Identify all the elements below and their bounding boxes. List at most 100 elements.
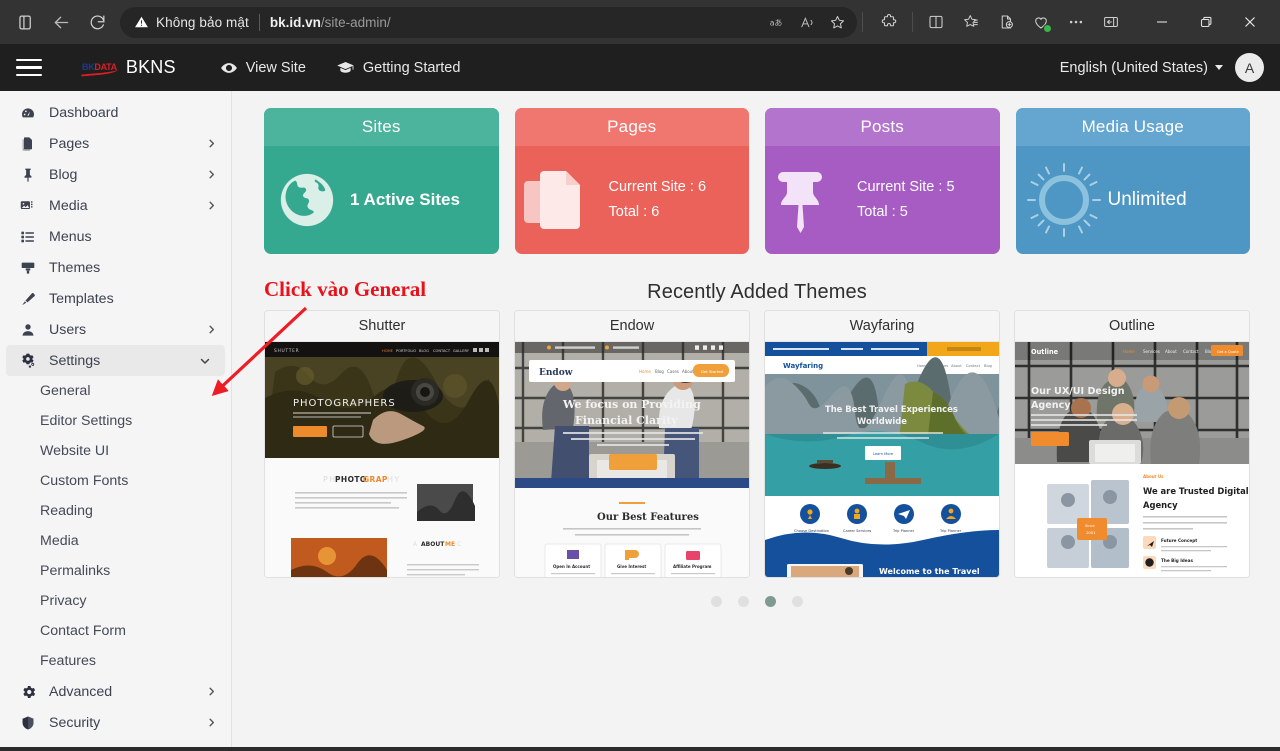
themes-row: Shutter SHUTTER HOME PORTFOLIO BLOG CONT…	[264, 310, 1250, 578]
sidebar-item-label: Dashboard	[49, 104, 119, 121]
theme-card-wayfaring[interactable]: Wayfaring Wayfaring HomeServicesAboutCon…	[764, 310, 1000, 578]
stat-card-lines: Current Site : 5 Total : 5	[857, 175, 955, 226]
carousel-dot-1[interactable]	[711, 596, 722, 607]
sidebar-item-users[interactable]: Users	[0, 314, 231, 345]
stat-card-media-usage[interactable]: Media Usage Unlimited	[1015, 108, 1250, 254]
browser-toolbar: Không bảo mật bk.id.vn/site-admin/ aあ	[0, 0, 1280, 44]
sidebar-subitem-privacy[interactable]: Privacy	[0, 586, 231, 616]
theme-card-endow[interactable]: Endow Endow Home Blog Cases About Get St…	[514, 310, 750, 578]
sidebar: Dashboard Pages Blog Media Menus Themes …	[0, 91, 232, 751]
sidebar-item-themes[interactable]: Themes	[0, 252, 231, 283]
sidebar-subitem-custom-fonts[interactable]: Custom Fonts	[0, 466, 231, 496]
sidebar-subitem-editor-settings[interactable]: Editor Settings	[0, 406, 231, 436]
brand[interactable]: BKDATA BKNS	[80, 57, 176, 78]
globe-icon	[264, 169, 350, 231]
sidebar-item-pages[interactable]: Pages	[0, 128, 231, 159]
getting-started-link[interactable]: Getting Started	[336, 58, 461, 77]
svg-text:C: C	[457, 541, 461, 548]
getting-started-label: Getting Started	[362, 59, 461, 76]
sidebar-subitem-label: Permalinks	[40, 563, 111, 579]
sidebar-subitem-contact-form[interactable]: Contact Form	[0, 616, 231, 646]
theme-card-title: Shutter	[265, 311, 499, 342]
browser-tools	[872, 5, 1128, 39]
sidebar-subitem-features[interactable]: Features	[0, 646, 231, 676]
star-icon[interactable]	[823, 8, 851, 36]
carousel-dot-3[interactable]	[765, 596, 776, 607]
sidebar-subitem-permalinks[interactable]: Permalinks	[0, 556, 231, 586]
svg-text:Since: Since	[1085, 524, 1096, 528]
language-selector[interactable]: English (United States)	[1060, 60, 1223, 76]
sidebar-item-label: Themes	[49, 259, 101, 276]
minimize-icon[interactable]	[1140, 6, 1184, 38]
translate-icon[interactable]: aあ	[763, 8, 791, 36]
sidebar-item-settings[interactable]: Settings	[6, 345, 225, 376]
view-site-label: View Site	[245, 59, 306, 76]
window-controls	[1140, 6, 1272, 38]
sidebar-item-security[interactable]: Security	[0, 707, 231, 738]
sidebar-item-dashboard[interactable]: Dashboard	[0, 97, 231, 128]
sidebar-item-advanced[interactable]: Advanced	[0, 676, 231, 707]
svg-text:Contact: Contact	[966, 364, 981, 368]
sidebar-subitem-label: Features	[40, 653, 96, 669]
back-arrow-icon[interactable]	[44, 5, 78, 39]
sidebar-subitem-general[interactable]: General	[0, 376, 231, 406]
sidebar-item-label: Pages	[49, 135, 90, 152]
url-path: /site-admin/	[320, 14, 391, 30]
carousel-dot-2[interactable]	[738, 596, 749, 607]
sidebar-item-label: Blog	[49, 166, 78, 183]
tab-overview-icon[interactable]	[8, 5, 42, 39]
svg-text:Trip Planner: Trip Planner	[939, 529, 962, 533]
stat-line: Total : 5	[857, 204, 908, 220]
sidebar-item-templates[interactable]: Templates	[0, 283, 231, 314]
svg-text:Learn More: Learn More	[873, 452, 894, 456]
svg-text:aあ: aあ	[769, 18, 782, 27]
browser-essentials-icon[interactable]	[1024, 5, 1058, 39]
sidebar-subitem-label: Website UI	[40, 443, 110, 459]
sidebar-subitem-website-ui[interactable]: Website UI	[0, 436, 231, 466]
svg-text:A: A	[413, 541, 418, 548]
users-person-icon	[18, 322, 37, 338]
theme-card-shutter[interactable]: Shutter SHUTTER HOME PORTFOLIO BLOG CONT…	[264, 310, 500, 578]
sidebar-toggle-icon[interactable]	[1094, 5, 1128, 39]
svg-text:We focus on Providing: We focus on Providing	[562, 398, 701, 411]
theme-card-outline[interactable]: Outline Outline Home Services About Cont…	[1014, 310, 1250, 578]
address-bar[interactable]: Không bảo mật bk.id.vn/site-admin/ aあ	[120, 6, 857, 38]
reload-icon[interactable]	[80, 5, 114, 39]
avatar[interactable]: A	[1235, 53, 1264, 82]
svg-text:Agency: Agency	[1143, 500, 1178, 510]
svg-text:HOME: HOME	[382, 349, 394, 353]
sidebar-item-media[interactable]: Media	[0, 190, 231, 221]
stat-card-body: 1 Active Sites	[264, 146, 499, 254]
split-screen-icon[interactable]	[919, 5, 953, 39]
sidebar-item-label: Menus	[49, 228, 92, 245]
svg-text:Trip Planner: Trip Planner	[892, 529, 915, 533]
extensions-puzzle-icon[interactable]	[872, 5, 906, 39]
view-site-link[interactable]: View Site	[220, 59, 306, 77]
stat-card-title: Pages	[514, 108, 749, 146]
svg-text:PORTFOLIO: PORTFOLIO	[396, 349, 416, 353]
annotation-text: Click vào General	[264, 277, 427, 301]
more-ellipsis-icon[interactable]	[1059, 5, 1093, 39]
brand-name: BKNS	[125, 57, 176, 77]
sidebar-subitem-media[interactable]: Media	[0, 526, 231, 556]
svg-text:SHUTTER: SHUTTER	[274, 348, 299, 354]
graduation-cap-icon	[337, 61, 354, 73]
stat-card-sites[interactable]: Sites 1 Active Sites	[264, 108, 499, 254]
add-favorite-icon[interactable]	[989, 5, 1023, 39]
svg-text:Cases: Cases	[667, 369, 679, 374]
svg-text:ME: ME	[445, 541, 455, 548]
header-right: English (United States) A	[1060, 53, 1264, 82]
sidebar-item-menus[interactable]: Menus	[0, 221, 231, 252]
svg-text:Outline: Outline	[1031, 348, 1059, 356]
sidebar-item-blog[interactable]: Blog	[0, 159, 231, 190]
stat-card-pages[interactable]: Pages Current Site : 6 Total : 6	[514, 108, 749, 254]
collections-icon[interactable]	[954, 5, 988, 39]
carousel-dot-4[interactable]	[792, 596, 803, 607]
sidebar-subitem-reading[interactable]: Reading	[0, 496, 231, 526]
hamburger-menu-icon[interactable]	[16, 58, 42, 77]
advanced-gear-icon	[18, 684, 37, 700]
restore-icon[interactable]	[1184, 6, 1228, 38]
stat-card-posts[interactable]: Posts Current Site : 5 Total : 5	[765, 108, 1000, 254]
close-icon[interactable]	[1228, 6, 1272, 38]
read-aloud-icon[interactable]	[793, 8, 821, 36]
